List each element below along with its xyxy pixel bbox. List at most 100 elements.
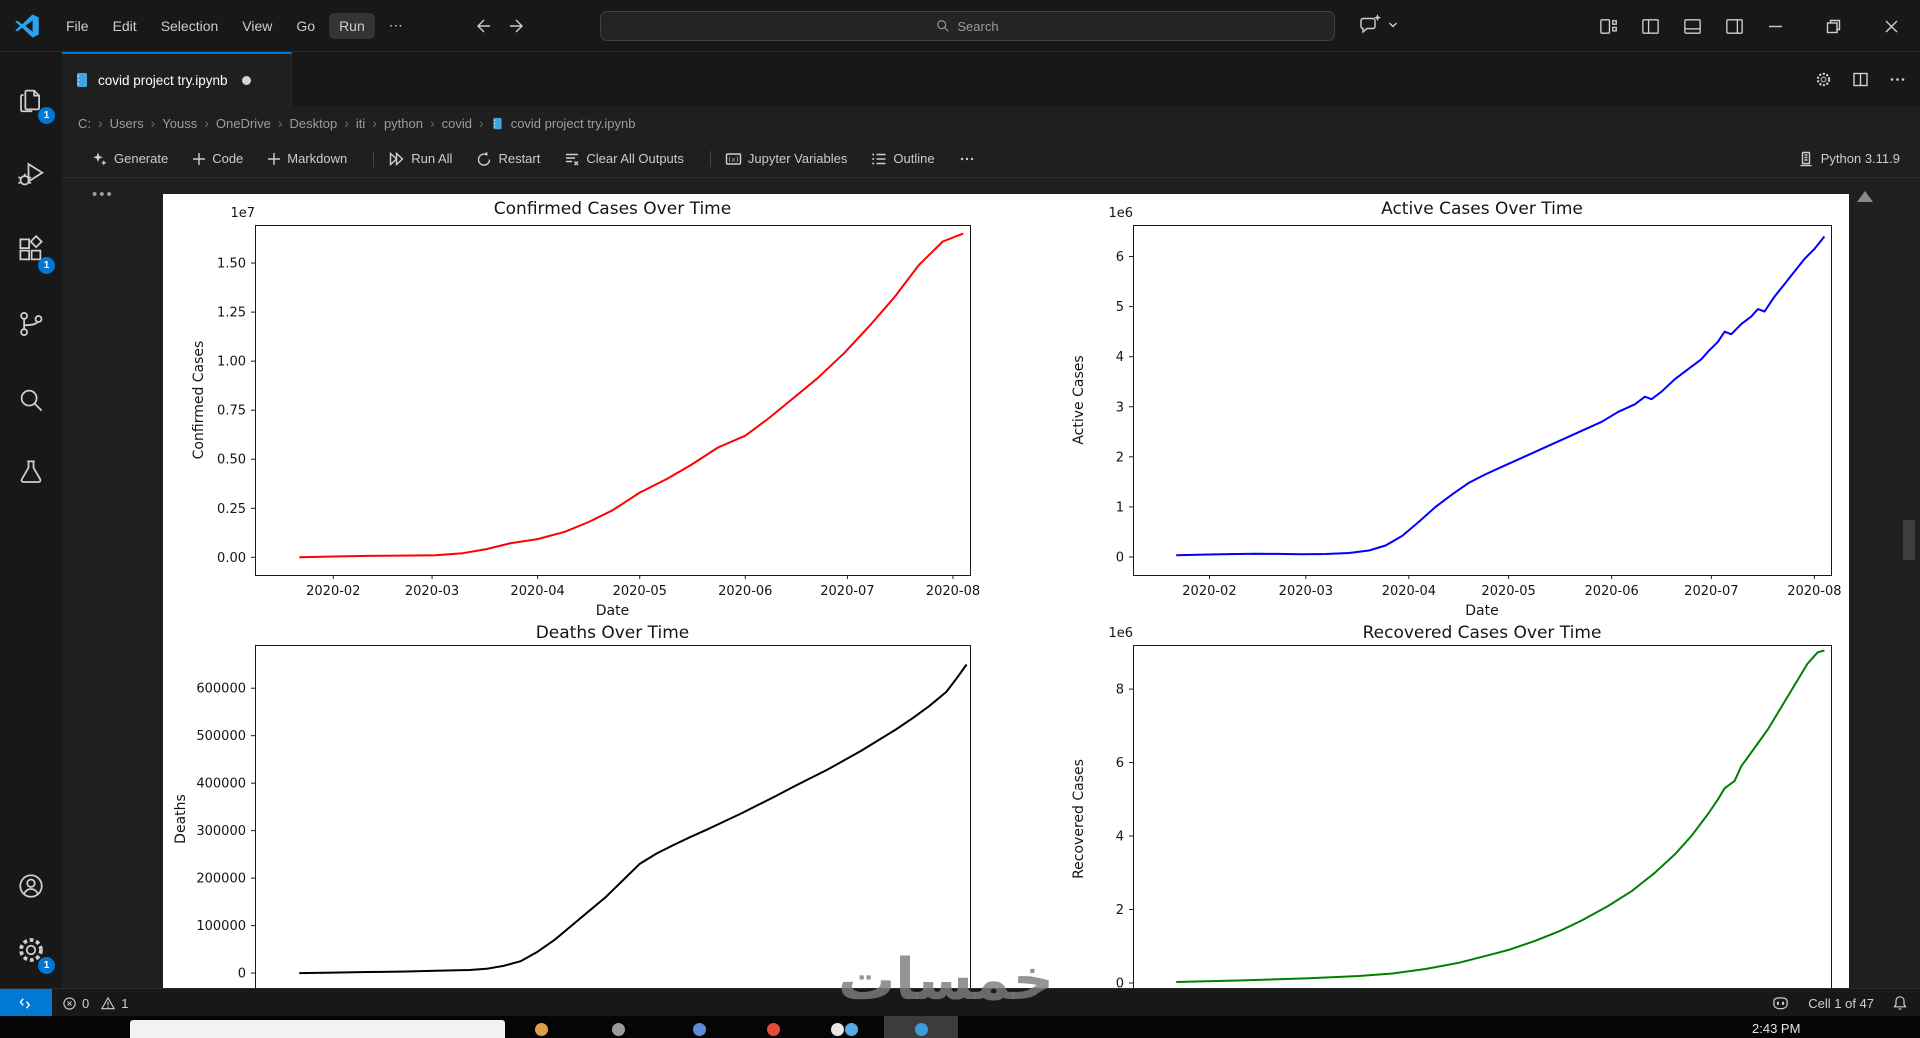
svg-text:1e7: 1e7 (230, 206, 255, 221)
notebook-settings-gear-icon[interactable] (1815, 71, 1832, 88)
taskbar-app-active-blue[interactable] (915, 1023, 928, 1036)
error-icon (63, 996, 76, 1010)
back-arrow-icon[interactable] (471, 15, 493, 37)
plus-icon (268, 152, 281, 165)
settings-button[interactable]: 1 (9, 928, 55, 974)
kernel-picker[interactable]: Python 3.11.9 (1798, 151, 1900, 167)
editor-scrollbar[interactable] (1903, 520, 1915, 560)
customize-layout-icon[interactable] (1598, 16, 1619, 37)
svg-text:1e6: 1e6 (1108, 626, 1133, 641)
svg-text:2020-03: 2020-03 (1279, 584, 1333, 599)
taskbar-clock[interactable]: 2:43 PM (1752, 1021, 1800, 1036)
breadcrumb-item-youss[interactable]: Youss (162, 116, 197, 131)
sidebar-item-search[interactable] (9, 378, 53, 422)
outline-button[interactable]: Outline (871, 151, 935, 167)
chart-active-cases: Active Cases Over Time 1e6 0 1 2 3 4 5 6 2020-02 2… (1071, 199, 1842, 618)
notebook-file-icon (77, 73, 87, 87)
jupyter-variables-button[interactable]: (x) Jupyter Variables (725, 151, 847, 167)
remote-indicator[interactable] (0, 989, 52, 1017)
svg-text:0.50: 0.50 (217, 453, 246, 468)
svg-text:5: 5 (1116, 300, 1124, 315)
scroll-top-arrow-icon[interactable] (1857, 191, 1873, 202)
menu-edit[interactable]: Edit (103, 13, 147, 39)
sidebar-item-explorer[interactable]: 1 (9, 78, 55, 124)
search-icon (937, 20, 950, 32)
source-control-icon (20, 311, 43, 337)
clear-all-outputs-button[interactable]: Clear All Outputs (564, 151, 684, 167)
svg-text:Active Cases: Active Cases (1071, 355, 1087, 444)
sidebar-item-run-debug[interactable] (9, 152, 53, 196)
taskbar-app-red[interactable] (767, 1023, 780, 1036)
svg-text:0.25: 0.25 (217, 502, 246, 517)
minimize-button[interactable] (1746, 0, 1804, 52)
sparkle-icon (93, 152, 107, 166)
add-markdown-cell-button[interactable]: Markdown (267, 151, 347, 166)
svg-text:2020-03: 2020-03 (405, 584, 459, 599)
cell-more-actions-icon[interactable]: ••• (92, 186, 114, 203)
taskbar-app-orange[interactable] (535, 1023, 548, 1036)
toggle-secondary-sidebar-icon[interactable] (1724, 16, 1745, 37)
taskbar-search-box[interactable] (130, 1020, 505, 1038)
breadcrumb-item-python[interactable]: python (384, 116, 423, 131)
menu-run[interactable]: Run (329, 12, 375, 39)
cell-indicator[interactable]: Cell 1 of 47 (1808, 996, 1874, 1011)
problems-indicator[interactable]: 0 1 (62, 989, 128, 1017)
modified-dot-icon[interactable] (241, 75, 251, 85)
breadcrumb-file[interactable]: covid project try.ipynb (511, 116, 636, 131)
taskbar-app-white[interactable] (831, 1023, 844, 1036)
menu-file[interactable]: File (56, 13, 99, 39)
copilot-status[interactable] (1771, 995, 1790, 1012)
accounts-button[interactable] (9, 864, 53, 908)
restart-button[interactable]: Restart (476, 151, 540, 167)
sidebar-item-source-control[interactable] (9, 302, 53, 346)
bell-icon (1893, 996, 1907, 1010)
taskbar-app-gray[interactable] (612, 1023, 625, 1036)
split-editor-icon[interactable] (1852, 71, 1869, 88)
menu-bar: File Edit Selection View Go Run ⋯ (56, 12, 413, 39)
breadcrumb-item-covid[interactable]: covid (442, 116, 472, 131)
run-debug-icon (18, 162, 44, 186)
restart-icon (478, 151, 491, 166)
generate-button[interactable]: Generate (92, 151, 168, 167)
toggle-panel-icon[interactable] (1682, 16, 1703, 37)
menu-selection[interactable]: Selection (151, 13, 229, 39)
taskbar-app-lightblue[interactable] (845, 1023, 858, 1036)
svg-text:Active Cases Over Time: Active Cases Over Time (1381, 199, 1583, 219)
sidebar-item-extensions[interactable]: 1 (9, 228, 55, 274)
toggle-primary-sidebar-icon[interactable] (1640, 16, 1661, 37)
menu-go[interactable]: Go (286, 13, 325, 39)
search-command-center[interactable]: Search (600, 11, 1335, 41)
breadcrumb-item-onedrive[interactable]: OneDrive (216, 116, 271, 131)
tab-covid-notebook[interactable]: covid project try.ipynb (62, 52, 292, 106)
ellipsis-icon (960, 157, 973, 160)
more-actions-icon[interactable] (1889, 71, 1906, 88)
breadcrumb-item-drive[interactable]: C: (78, 116, 91, 131)
menu-view[interactable]: View (232, 13, 282, 39)
forward-arrow-icon[interactable] (507, 15, 529, 37)
notebook-editor: ••• Confirmed Cases Over Time 1e7 0.00 0.25… (62, 178, 1920, 988)
close-button[interactable] (1862, 0, 1920, 52)
figure: Confirmed Cases Over Time 1e7 0.00 0.25 0.50… (163, 194, 1849, 988)
svg-text:Date: Date (596, 603, 629, 618)
svg-text:2020-04: 2020-04 (510, 584, 564, 599)
add-code-cell-button[interactable]: Code (192, 151, 243, 166)
run-all-button[interactable]: Run All (388, 151, 452, 167)
notifications-bell[interactable] (1892, 995, 1908, 1011)
chart-confirmed-cases: Confirmed Cases Over Time 1e7 0.00 0.25 0.50… (191, 199, 980, 618)
restore-button[interactable] (1804, 0, 1862, 52)
tab-title: covid project try.ipynb (98, 72, 228, 88)
chevron-down-icon (1389, 22, 1397, 28)
taskbar-app-blue[interactable] (693, 1023, 706, 1036)
svg-text:2020-02: 2020-02 (1182, 584, 1236, 599)
remote-icon (18, 997, 30, 1009)
svg-text:2020-05: 2020-05 (613, 584, 667, 599)
breadcrumb-item-desktop[interactable]: Desktop (290, 116, 338, 131)
sidebar-item-testing[interactable] (9, 450, 53, 494)
breadcrumb-item-users[interactable]: Users (110, 116, 144, 131)
toolbar-more-actions[interactable] (959, 151, 975, 167)
breadcrumb-item-iti[interactable]: iti (356, 116, 365, 131)
toolbar-divider (709, 150, 711, 167)
toolbar-divider (373, 150, 375, 167)
menu-overflow[interactable]: ⋯ (379, 12, 413, 39)
copilot-chat-button[interactable] (1358, 12, 1399, 38)
